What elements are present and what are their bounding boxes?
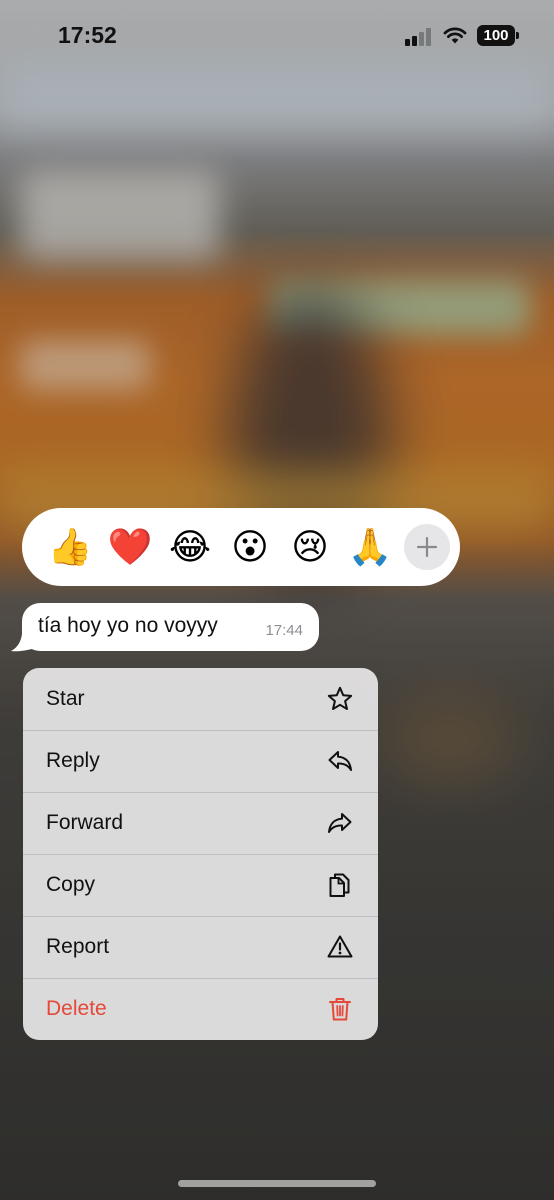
message-text: tía hoy yo no voyyy — [38, 614, 218, 637]
menu-item-copy[interactable]: Copy — [23, 854, 378, 916]
copy-icon — [326, 871, 354, 899]
menu-item-report[interactable]: Report — [23, 916, 378, 978]
menu-item-forward[interactable]: Forward — [23, 792, 378, 854]
status-time: 17:52 — [58, 22, 117, 48]
message-context-menu: Star Reply Forward Copy Report Delete — [23, 668, 378, 1040]
menu-item-delete[interactable]: Delete — [23, 978, 378, 1040]
trash-icon — [326, 995, 354, 1023]
battery-icon: 100 — [477, 25, 519, 46]
home-indicator[interactable] — [178, 1180, 376, 1187]
menu-item-label: Delete — [46, 997, 107, 1020]
thumbs-up-icon[interactable]: 👍 — [40, 517, 100, 577]
menu-item-reply[interactable]: Reply — [23, 730, 378, 792]
menu-item-star[interactable]: Star — [23, 668, 378, 730]
cellular-signal-icon — [405, 28, 433, 46]
red-heart-icon[interactable]: ❤️ — [100, 517, 160, 577]
message-bubble[interactable]: tía hoy yo no voyyy 17:44 — [22, 603, 319, 651]
menu-item-label: Reply — [46, 749, 100, 772]
plus-icon — [416, 536, 438, 558]
star-icon — [326, 685, 354, 713]
reply-icon — [326, 747, 354, 775]
tears-of-joy-icon[interactable]: 😂 — [160, 517, 220, 577]
add-reaction-button[interactable] — [404, 524, 450, 570]
battery-level: 100 — [483, 27, 509, 44]
status-bar: 17:52 100 — [0, 0, 554, 72]
crying-face-icon[interactable]: 😢 — [280, 517, 340, 577]
wifi-icon — [443, 25, 467, 45]
menu-item-label: Report — [46, 935, 110, 958]
forward-icon — [326, 809, 354, 837]
message-timestamp: 17:44 — [265, 622, 303, 639]
open-mouth-icon[interactable]: 😮 — [220, 517, 280, 577]
reaction-picker: 👍 ❤️ 😂 😮 😢 🙏 — [22, 508, 460, 586]
folded-hands-icon[interactable]: 🙏 — [340, 517, 400, 577]
menu-item-label: Copy — [46, 873, 96, 896]
menu-item-label: Star — [46, 687, 85, 710]
menu-item-label: Forward — [46, 811, 124, 834]
warning-icon — [326, 933, 354, 961]
